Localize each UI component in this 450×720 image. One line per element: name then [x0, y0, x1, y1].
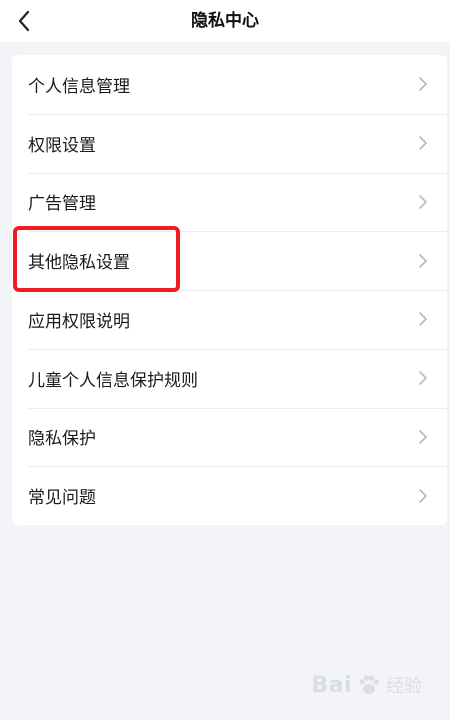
chevron-right-icon	[417, 253, 429, 268]
chevron-right-icon	[417, 136, 429, 150]
chevron-right-icon	[417, 371, 429, 385]
menu-item-label: 广告管理	[28, 194, 96, 215]
menu-item-child-info-protection[interactable]: 儿童个人信息保护规则	[12, 348, 447, 408]
menu-item-label: 应用权限说明	[28, 311, 130, 332]
menu-item-label: 常见问题	[28, 488, 96, 509]
menu-item-personal-info[interactable]: 个人信息管理	[12, 55, 447, 114]
menu-item-permission-settings[interactable]: 权限设置	[12, 113, 447, 173]
watermark-text-right: 经验	[386, 676, 422, 697]
menu-item-app-permission-info[interactable]: 应用权限说明	[12, 290, 447, 349]
menu-item-label: 儿童个人信息保护规则	[28, 370, 198, 391]
menu-item-privacy-protection[interactable]: 隐私保护	[12, 407, 447, 467]
menu-item-label: 隐私保护	[28, 429, 96, 450]
menu-item-ad-management[interactable]: 广告管理	[12, 172, 447, 232]
menu-item-other-privacy-settings[interactable]: 其他隐私设置	[12, 231, 447, 290]
privacy-menu-list: 个人信息管理 权限设置 广告管理 其他隐私设置 应用权限说明 儿童个人信息保护规…	[12, 55, 447, 525]
chevron-right-icon	[417, 77, 429, 92]
chevron-right-icon	[417, 430, 429, 444]
menu-item-faq[interactable]: 常见问题	[12, 466, 447, 525]
top-bar: 隐私中心	[0, 0, 450, 42]
menu-item-label: 个人信息管理	[28, 76, 130, 97]
chevron-right-icon	[417, 488, 429, 503]
chevron-right-icon	[417, 312, 429, 327]
chevron-right-icon	[417, 195, 429, 209]
paw-icon	[359, 675, 379, 694]
baidu-jingyan-watermark: Bai 经验	[311, 672, 422, 698]
watermark-text-left: Bai	[311, 672, 352, 698]
menu-item-label: 权限设置	[28, 135, 96, 156]
menu-item-label: 其他隐私设置	[28, 253, 130, 274]
page-title: 隐私中心	[191, 11, 259, 31]
